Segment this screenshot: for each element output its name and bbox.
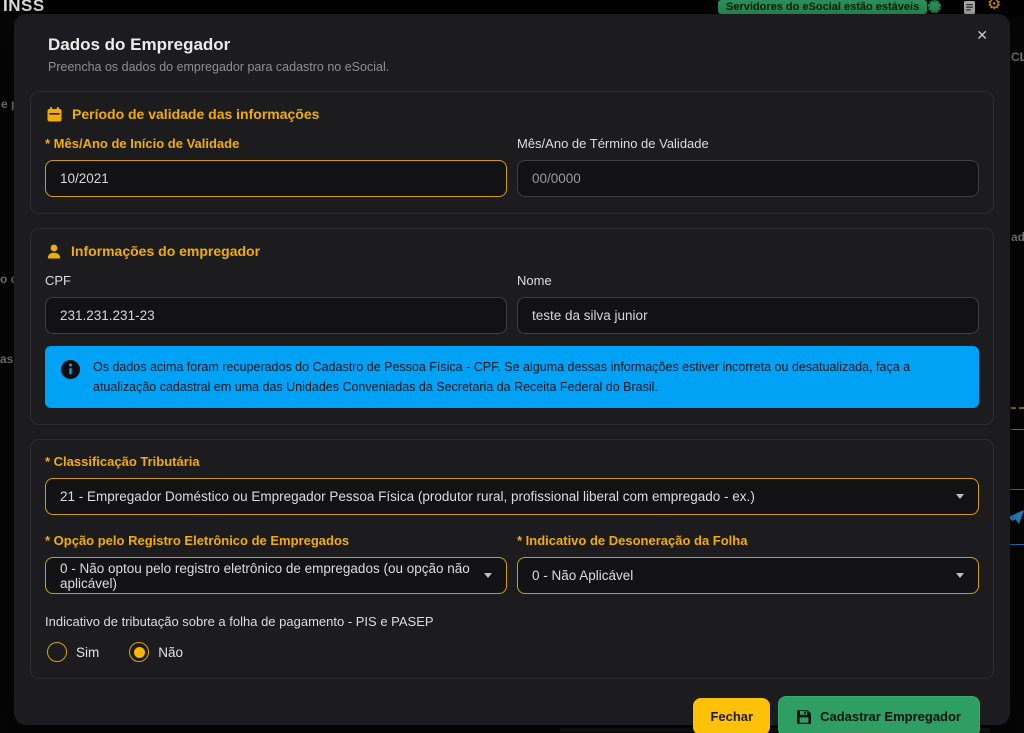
modal-subtitle: Preencha os dados do empregador para cad… [48, 60, 976, 74]
classificacao-label: * Classificação Tributária [45, 454, 979, 469]
alert-text: Os dados acima foram recuperados do Cada… [93, 357, 963, 397]
radio-nao-label: Não [158, 645, 183, 660]
cpf-label: CPF [45, 273, 507, 288]
classificacao-select[interactable]: 21 - Empregador Doméstico ou Empregador … [45, 478, 979, 515]
registro-eletronico-label: * Opção pelo Registro Eletrônico de Empr… [45, 533, 507, 548]
termino-validade-input[interactable] [517, 160, 979, 197]
page-title: Dados do Empregador [48, 35, 976, 55]
chevron-down-icon [956, 494, 964, 499]
modal-footer: Fechar Cadastrar Empregador [14, 696, 980, 733]
status-globe-icon[interactable] [928, 0, 941, 13]
esocial-status-badge: Servidores do eSocial estão estáveis [718, 0, 927, 14]
calendar-icon [47, 107, 62, 122]
radio-nao-circle [129, 642, 149, 662]
card-periodo-validade: Período de validade das informações * Mê… [30, 91, 994, 214]
radio-sim-circle [47, 642, 67, 662]
dados-empregador-modal: ✕ Dados do Empregador Preencha os dados … [14, 14, 1010, 725]
inicio-validade-input[interactable] [45, 160, 507, 197]
cadastrar-button-label: Cadastrar Empregador [820, 709, 961, 724]
radio-nao[interactable]: Não [129, 642, 183, 662]
background-text-fragment: ad [1011, 230, 1024, 244]
card-informacoes-empregador: Informações do empregador CPF Nome Os da… [30, 228, 994, 425]
nome-label: Nome [517, 273, 979, 288]
info-icon [61, 360, 80, 379]
section-title: Período de validade das informações [72, 106, 319, 122]
card-classificacao-tributaria: * Classificação Tributária 21 - Empregad… [30, 439, 994, 679]
cpf-input[interactable] [45, 297, 507, 334]
radio-sim[interactable]: Sim [47, 642, 99, 662]
termino-validade-label: Mês/Ano de Término de Validade [517, 136, 979, 151]
cpf-info-alert: Os dados acima foram recuperados do Cada… [45, 346, 979, 408]
section-heading-periodo: Período de validade das informações [45, 104, 979, 122]
close-icon[interactable]: ✕ [976, 28, 988, 42]
nome-input[interactable] [517, 297, 979, 334]
section-title: Informações do empregador [71, 243, 260, 259]
pis-pasep-label: Indicativo de tributação sobre a folha d… [45, 614, 979, 629]
person-icon [47, 244, 61, 259]
pis-pasep-radio-group: Sim Não [45, 642, 979, 662]
paper-plane-icon [1008, 510, 1024, 524]
registro-selected-value: 0 - Não optou pelo registro eletrônico d… [60, 561, 474, 591]
section-heading-informacoes: Informações do empregador [45, 241, 979, 259]
desoneracao-label: * Indicativo de Desoneração da Folha [517, 533, 979, 548]
classificacao-selected-value: 21 - Empregador Doméstico ou Empregador … [60, 489, 755, 504]
cadastrar-empregador-button[interactable]: Cadastrar Empregador [778, 696, 980, 733]
background-divider-fragment [1011, 429, 1024, 430]
background-divider-fragment [1011, 407, 1024, 409]
desoneracao-selected-value: 0 - Não Aplicável [532, 568, 633, 583]
gear-icon[interactable]: ⚙ [987, 0, 1001, 13]
inicio-validade-label: * Mês/Ano de Início de Validade [45, 136, 507, 151]
fechar-button[interactable]: Fechar [693, 698, 770, 733]
desoneracao-select[interactable]: 0 - Não Aplicável [517, 557, 979, 594]
background-text-fragment: CL [1011, 50, 1024, 64]
save-icon [797, 710, 811, 724]
chevron-down-icon [956, 573, 964, 578]
chevron-down-icon [484, 573, 492, 578]
radio-sim-label: Sim [76, 645, 99, 660]
modal-header: Dados do Empregador Preencha os dados do… [14, 14, 1010, 74]
registro-eletronico-select[interactable]: 0 - Não optou pelo registro eletrônico d… [45, 557, 507, 594]
background-text-fragment: as [0, 352, 13, 366]
